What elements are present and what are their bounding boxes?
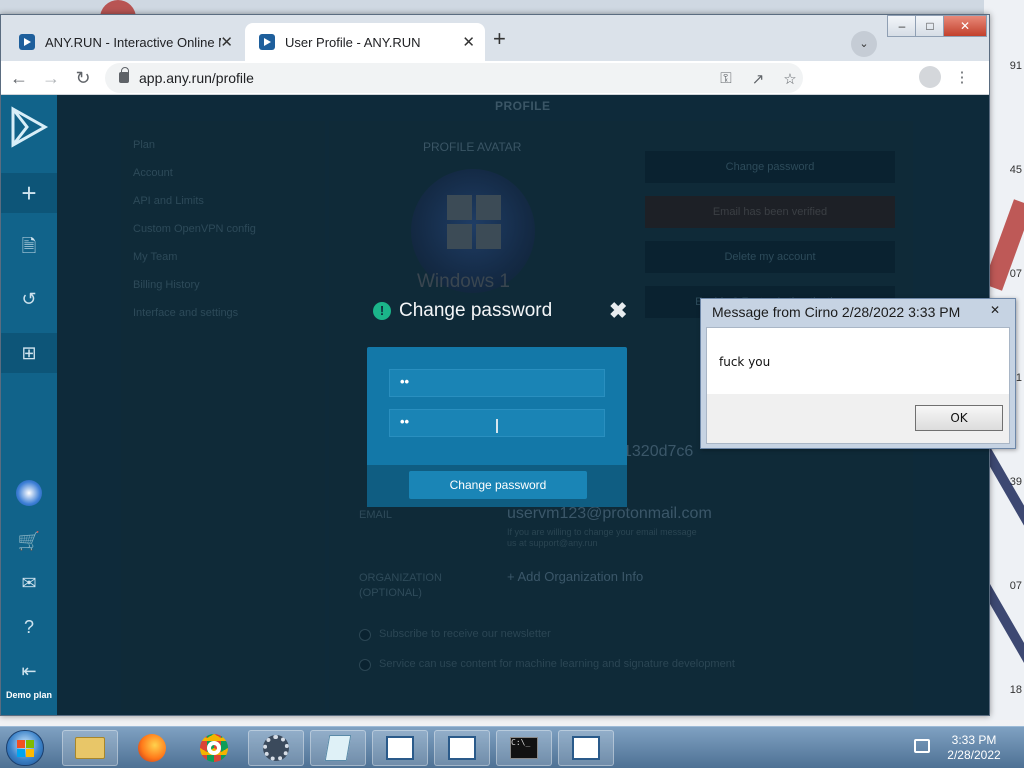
anyrun-logo-icon[interactable] xyxy=(9,105,49,149)
text-cursor xyxy=(496,419,498,433)
nav-item-account[interactable]: Account xyxy=(133,167,173,179)
dialog-title: Message from Cirno 2/28/2022 3:33 PM xyxy=(712,304,961,320)
dialog-body: fuck you OK xyxy=(706,327,1010,444)
new-password-field[interactable]: •• xyxy=(389,369,605,397)
avatar-text: Windows 1 xyxy=(417,271,510,292)
close-tab-icon[interactable]: ✕ xyxy=(462,33,475,51)
nav-item-team[interactable]: My Team xyxy=(133,251,177,263)
message-dialog: Message from Cirno 2/28/2022 3:33 PM ✕ f… xyxy=(700,298,1016,449)
tab-anyrun-home[interactable]: ANY.RUN - Interactive Online Ma ✕ xyxy=(5,23,243,61)
dialog-message: fuck you xyxy=(719,355,771,369)
demo-plan-label[interactable]: Demo plan xyxy=(1,683,57,707)
notepad-taskbar-icon[interactable] xyxy=(310,730,366,766)
ml-content-checkbox[interactable] xyxy=(359,659,371,671)
window-taskbar-icon[interactable] xyxy=(372,730,428,766)
desktop-edge-text: 07 xyxy=(1009,268,1022,280)
app-sidebar: + 🗎 ↺ ⊞ 🛒 ✉ ? ⇤ Demo plan xyxy=(1,95,57,715)
network-icon[interactable] xyxy=(914,739,930,753)
info-icon: ! xyxy=(373,302,391,320)
user-id-value: 1320d7c6 xyxy=(623,443,694,460)
clock-date: 2/28/2022 xyxy=(947,748,1001,762)
settings-taskbar-icon[interactable] xyxy=(248,730,304,766)
nav-item-openvpn[interactable]: Custom OpenVPN config xyxy=(133,223,256,235)
organization-label: ORGANIZATION (OPTIONAL) xyxy=(359,572,442,599)
avatar-label: PROFILE AVATAR xyxy=(423,140,522,154)
mail-icon[interactable]: ✉ xyxy=(1,563,57,603)
nav-item-api[interactable]: API and Limits xyxy=(133,195,204,207)
new-task-plus-icon[interactable]: + xyxy=(1,173,57,213)
submit-change-password-button[interactable]: Change password xyxy=(409,471,587,499)
clock-time: 3:33 PM xyxy=(951,733,997,747)
desktop-edge-text: 07 xyxy=(1009,580,1022,592)
system-clock[interactable]: 3:33 PM 2/28/2022 xyxy=(946,733,1002,763)
window-close-button[interactable]: ✕ xyxy=(943,15,987,37)
tab-title: ANY.RUN - Interactive Online Ma xyxy=(45,34,221,50)
anyrun-favicon-icon xyxy=(19,34,35,50)
change-password-header: ! Change password ✖ xyxy=(373,298,631,330)
cart-icon[interactable]: 🛒 xyxy=(1,521,57,561)
page-title: PROFILE xyxy=(495,99,551,113)
start-button[interactable] xyxy=(6,730,44,766)
nav-item-billing[interactable]: Billing History xyxy=(133,279,200,291)
email-value: uservm123@protonmail.com xyxy=(507,505,712,522)
windows-orb-icon[interactable] xyxy=(1,473,57,513)
email-verified-badge: Email has been verified xyxy=(645,196,895,228)
profile-avatar-icon[interactable] xyxy=(919,66,941,88)
back-arrow-icon[interactable]: ← xyxy=(7,66,31,90)
profile-nav: Plan Account API and Limits Custom OpenV… xyxy=(121,121,325,711)
newsletter-label: Subscribe to receive our newsletter xyxy=(379,628,551,640)
tab-user-profile[interactable]: User Profile - ANY.RUN ✕ xyxy=(245,23,485,61)
document-icon[interactable]: 🗎 xyxy=(1,229,57,269)
nav-item-plan[interactable]: Plan xyxy=(133,139,155,151)
newsletter-checkbox[interactable] xyxy=(359,629,371,641)
dialog-message-area: fuck you xyxy=(707,328,1009,394)
change-password-button[interactable]: Change password xyxy=(645,151,895,183)
window-taskbar-icon[interactable] xyxy=(434,730,490,766)
dialog-ok-button[interactable]: OK xyxy=(915,405,1003,431)
tab-strip: ANY.RUN - Interactive Online Ma ✕ User P… xyxy=(1,15,989,61)
email-change-note: If you are willing to change your email … xyxy=(507,527,697,548)
dialog-close-icon[interactable]: ✕ xyxy=(981,301,1009,319)
windows-taskbar: C:\_ 3:33 PM 2/28/2022 xyxy=(0,726,1024,768)
ml-content-label: Service can use content for machine lear… xyxy=(379,658,735,670)
desktop-edge-text: 91 xyxy=(1009,60,1022,72)
bookmark-star-icon[interactable]: ☆ xyxy=(779,70,801,88)
browser-toolbar: ← → ↻ app.any.run/profile ⚿ ↗ ☆ ⋮ xyxy=(1,61,989,95)
add-organization-link[interactable]: + Add Organization Info xyxy=(507,569,643,584)
chrome-taskbar-icon[interactable] xyxy=(186,730,242,766)
email-label: EMAIL xyxy=(359,509,393,521)
close-modal-icon[interactable]: ✖ xyxy=(609,298,627,324)
cmd-taskbar-icon[interactable]: C:\_ xyxy=(496,730,552,766)
change-password-modal: •• •• Change password xyxy=(367,347,627,507)
explorer-taskbar-icon[interactable] xyxy=(62,730,118,766)
windows-logo-icon xyxy=(447,195,501,249)
modal-title: Change password xyxy=(399,300,553,321)
windows-icon[interactable]: ⊞ xyxy=(1,333,57,373)
minimize-button[interactable]: – xyxy=(887,15,917,37)
anyrun-favicon-icon xyxy=(259,34,275,50)
close-tab-icon[interactable]: ✕ xyxy=(220,33,233,51)
maximize-button[interactable]: □ xyxy=(915,15,945,37)
lock-icon xyxy=(119,67,129,83)
desktop-edge-text: 1 xyxy=(1015,372,1022,384)
forward-arrow-icon[interactable]: → xyxy=(39,66,63,90)
firefox-taskbar-icon[interactable] xyxy=(124,730,180,766)
window-taskbar-icon[interactable] xyxy=(558,730,614,766)
tab-title: User Profile - ANY.RUN xyxy=(285,34,421,50)
help-icon[interactable]: ? xyxy=(1,607,57,647)
share-icon[interactable]: ↗ xyxy=(747,70,769,88)
tab-search-button[interactable]: ⌄ xyxy=(851,31,877,57)
browser-menu-icon[interactable]: ⋮ xyxy=(951,68,973,86)
new-tab-button[interactable]: + xyxy=(493,28,506,50)
url-text: app.any.run/profile xyxy=(139,70,254,86)
key-icon[interactable]: ⚿ xyxy=(715,70,737,87)
address-bar[interactable]: app.any.run/profile ⚿ ↗ ☆ xyxy=(105,63,803,93)
desktop-edge-text: 18 xyxy=(1009,684,1022,696)
desktop-edge-text: 45 xyxy=(1009,164,1022,176)
nav-item-interface[interactable]: Interface and settings xyxy=(133,307,238,319)
history-icon[interactable]: ↺ xyxy=(1,279,57,319)
delete-account-button[interactable]: Delete my account xyxy=(645,241,895,273)
reload-icon[interactable]: ↻ xyxy=(71,66,95,90)
